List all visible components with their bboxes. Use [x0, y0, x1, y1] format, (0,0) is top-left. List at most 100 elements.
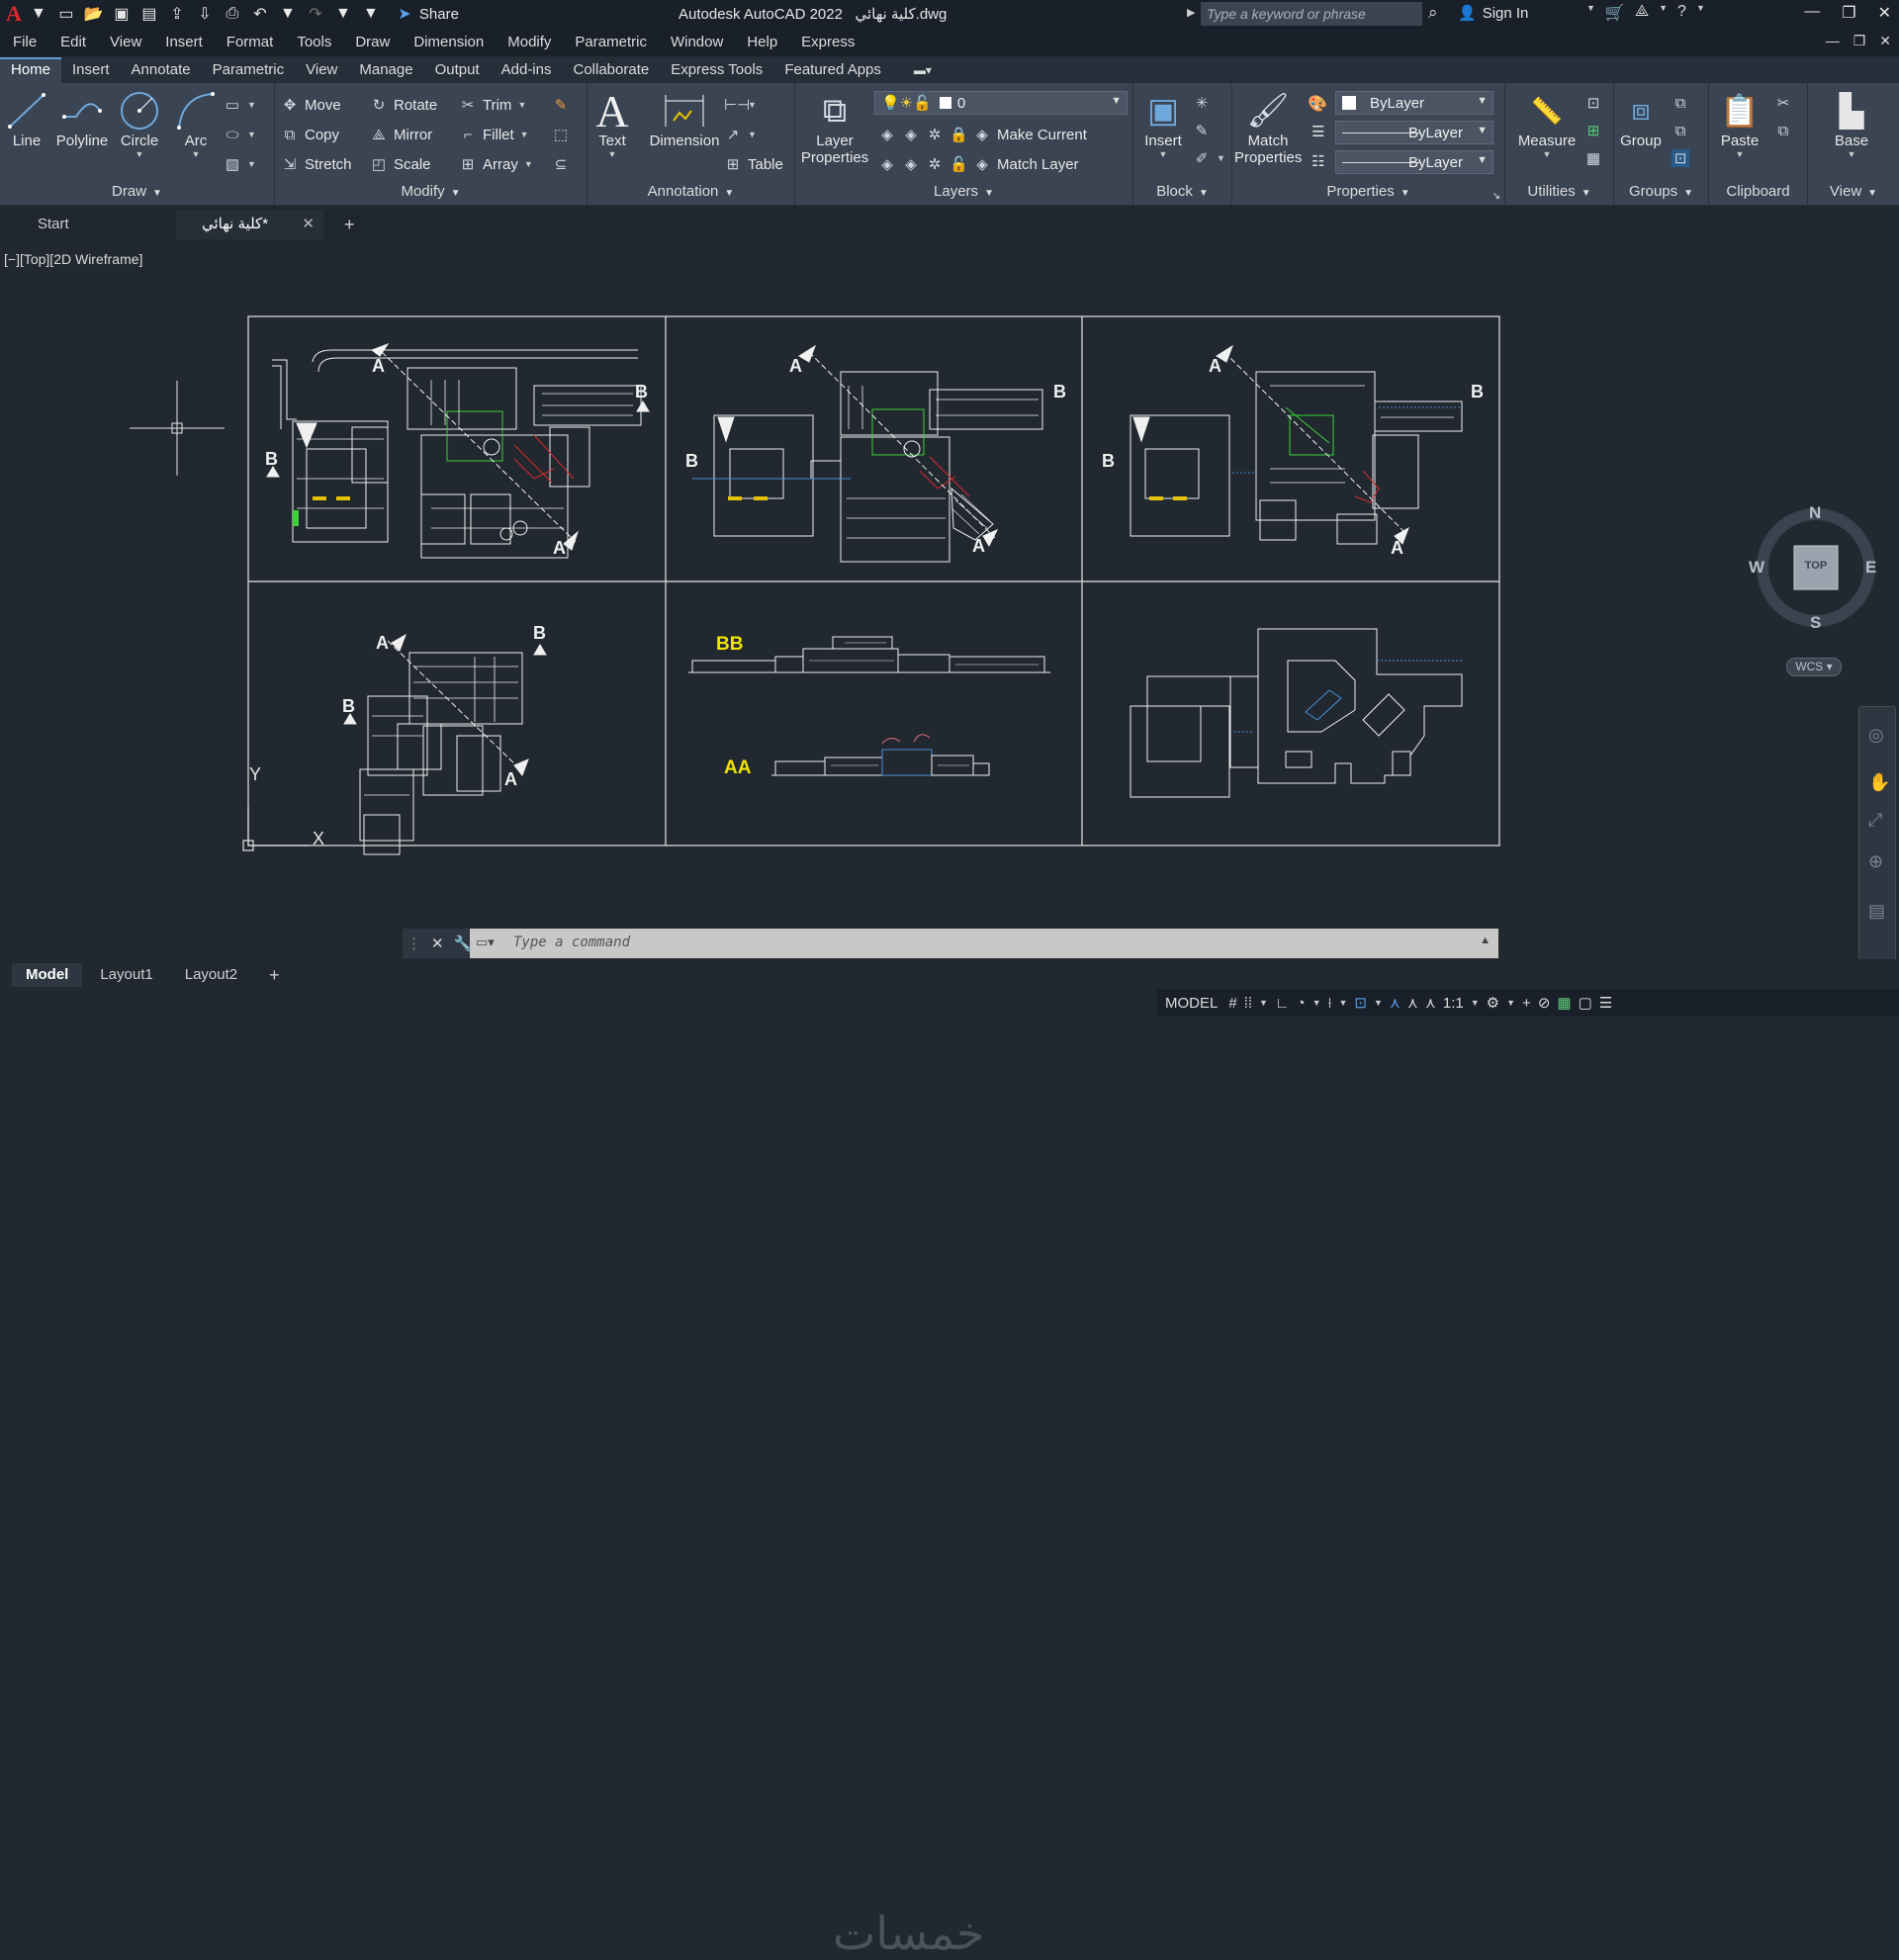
insert-block-button[interactable]: ▣ Insert ▼ [1137, 89, 1189, 159]
rectangle-button[interactable]: ▭ ▼ [224, 93, 256, 117]
compass-west[interactable]: W [1749, 558, 1764, 578]
line-button[interactable]: Line [6, 89, 47, 149]
clipboard-panel-title[interactable]: Clipboard [1709, 180, 1807, 206]
menu-insert[interactable]: Insert [153, 34, 215, 50]
block-attributes-dropdown-icon[interactable]: ▼ [1217, 153, 1225, 163]
ungroup-button[interactable]: ⧉ [1672, 91, 1689, 115]
polar-icon[interactable]: ◔ [1297, 995, 1306, 1012]
orbit-icon[interactable]: ⊕ [1868, 851, 1883, 872]
menu-window[interactable]: Window [659, 34, 735, 50]
block-panel-title[interactable]: Block ▼ [1133, 180, 1231, 206]
redo-icon[interactable]: ↷ [305, 4, 326, 24]
tab-add-ins[interactable]: Add-ins [491, 57, 563, 83]
view-cube[interactable]: N S E W TOP [1749, 503, 1877, 632]
sign-in-button[interactable]: 👤 Sign In [1458, 4, 1528, 23]
doc-minimize-icon[interactable]: — [1826, 33, 1840, 49]
save-as-icon[interactable]: ▤ [138, 4, 160, 24]
base-view-button[interactable]: ▙ Base ▼ [1822, 89, 1881, 159]
snap-dropdown-icon[interactable]: ▼ [1259, 998, 1268, 1008]
isodraft-dropdown-icon[interactable]: ▼ [1338, 998, 1347, 1008]
menu-file[interactable]: File [0, 34, 48, 50]
hardware-acceleration-icon[interactable]: ▦ [1557, 994, 1571, 1012]
compass-south[interactable]: S [1810, 613, 1821, 633]
compass-north[interactable]: N [1809, 503, 1821, 523]
array-dropdown-icon[interactable]: ▼ [524, 159, 533, 169]
fillet-dropdown-icon[interactable]: ▼ [520, 130, 529, 139]
search-input[interactable]: Type a keyword or phrase [1201, 2, 1422, 26]
insert-block-dropdown-icon[interactable]: ▼ [1137, 149, 1189, 159]
linetype-icon[interactable]: ☷ [1311, 152, 1324, 170]
layer-freeze-icon[interactable]: ✲ [926, 126, 944, 143]
layer-properties-button[interactable]: ⧉ Layer Properties [799, 89, 870, 167]
search-expand-icon[interactable]: ▶ [1187, 6, 1195, 19]
mirror-button[interactable]: ⟁ Mirror [370, 123, 432, 146]
drawing-canvas[interactable]: [−][Top][2D Wireframe] A A B B A A B B A… [0, 241, 1899, 963]
group-select-button[interactable]: ⊡ [1672, 146, 1689, 170]
restore-icon[interactable]: ❐ [1842, 3, 1855, 23]
layer-on-icon[interactable]: ◈ [878, 155, 896, 173]
isolate-icon[interactable]: ⊘ [1538, 994, 1551, 1012]
application-menu-icon[interactable]: A [6, 1, 22, 27]
tab-model[interactable]: Model [12, 963, 83, 987]
color-dropdown[interactable]: ByLayer ▼ [1335, 91, 1493, 115]
menu-parametric[interactable]: Parametric [563, 34, 659, 50]
steering-wheel-icon[interactable]: ◎ [1868, 725, 1884, 746]
tab-layout2[interactable]: Layout2 [171, 963, 251, 987]
polyline-button[interactable]: Polyline [51, 89, 113, 149]
customize-icon[interactable]: 🔧 [454, 935, 473, 952]
cut-button[interactable]: ✂ [1774, 91, 1792, 115]
tab-parametric[interactable]: Parametric [202, 57, 296, 83]
search-icon[interactable]: ⌕ [1428, 3, 1438, 23]
clean-screen-icon[interactable]: ▢ [1579, 994, 1592, 1012]
tab-output[interactable]: Output [424, 57, 491, 83]
ortho-icon[interactable]: ∟ [1275, 995, 1290, 1012]
draw-panel-title[interactable]: Draw ▼ [0, 180, 274, 206]
layer-unlock-icon[interactable]: 🔓 [950, 155, 968, 173]
erase-button[interactable]: ✎ [552, 93, 570, 117]
offset-button[interactable]: ⊆ [552, 152, 570, 176]
group-edit-button[interactable]: ⧉ [1672, 119, 1689, 142]
annotation-panel-title[interactable]: Annotation ▼ [588, 180, 794, 206]
id-point-button[interactable]: ⊡ [1584, 91, 1602, 115]
linear-dim-button[interactable]: ⊢⊣ ▼ [724, 93, 757, 117]
linetype-dropdown[interactable]: ByLayer ▼ [1335, 150, 1493, 174]
command-input[interactable]: Type a command [513, 935, 630, 950]
leader-dropdown-icon[interactable]: ▼ [748, 130, 757, 139]
menu-draw[interactable]: Draw [343, 34, 402, 50]
tab-annotate[interactable]: Annotate [121, 57, 202, 83]
circle-dropdown-icon[interactable]: ▼ [117, 149, 162, 159]
plot-icon[interactable]: ⎙ [222, 4, 243, 24]
circle-button[interactable]: Circle ▼ [117, 89, 162, 159]
menu-edit[interactable]: Edit [48, 34, 98, 50]
text-dropdown-icon[interactable]: ▼ [597, 149, 627, 159]
add-icon[interactable]: + [1522, 995, 1531, 1012]
layer-thaw-icon[interactable]: ✲ [926, 155, 944, 173]
explode-button[interactable]: ⬚ [552, 123, 570, 146]
layer-unisolate-icon[interactable]: ◈ [902, 155, 920, 173]
menu-tools[interactable]: Tools [285, 34, 343, 50]
text-button[interactable]: A Text ▼ [595, 86, 628, 160]
copy-clip-button[interactable]: ⧉ [1774, 119, 1792, 142]
tab-insert[interactable]: Insert [61, 57, 121, 83]
quick-select-button[interactable]: ⊞ [1584, 119, 1602, 142]
snap-icon[interactable]: ⁞⁞ [1244, 995, 1252, 1012]
tab-view[interactable]: View [295, 57, 348, 83]
open-web-icon[interactable]: ⇪ [166, 4, 188, 24]
open-file-icon[interactable]: 📂 [83, 4, 105, 24]
ellipse-button[interactable]: ⬭ ▼ [224, 123, 256, 146]
menu-format[interactable]: Format [215, 34, 286, 50]
rotate-button[interactable]: ↻ Rotate [370, 93, 438, 117]
layer-isolate-icon[interactable]: ◈ [902, 126, 920, 143]
copy-button[interactable]: ⧉ Copy [281, 123, 339, 146]
edit-block-button[interactable]: ✎ [1193, 119, 1211, 142]
help-icon[interactable]: ? [1677, 3, 1686, 23]
wcs-menu[interactable]: WCS ▾ [1786, 658, 1842, 676]
tab-collaborate[interactable]: Collaborate [562, 57, 660, 83]
add-layout-button[interactable]: + [255, 963, 294, 987]
layer-dropdown[interactable]: 💡☀🔓 0 ▼ [874, 91, 1128, 115]
paste-dropdown-icon[interactable]: ▼ [1715, 149, 1764, 159]
view-cube-top-face[interactable]: TOP [1798, 560, 1834, 572]
command-history-icon[interactable]: ▲ [1480, 935, 1491, 946]
signin-dropdown-icon[interactable]: ▼ [1586, 3, 1595, 23]
showmotion-icon[interactable]: ▤ [1868, 901, 1885, 922]
